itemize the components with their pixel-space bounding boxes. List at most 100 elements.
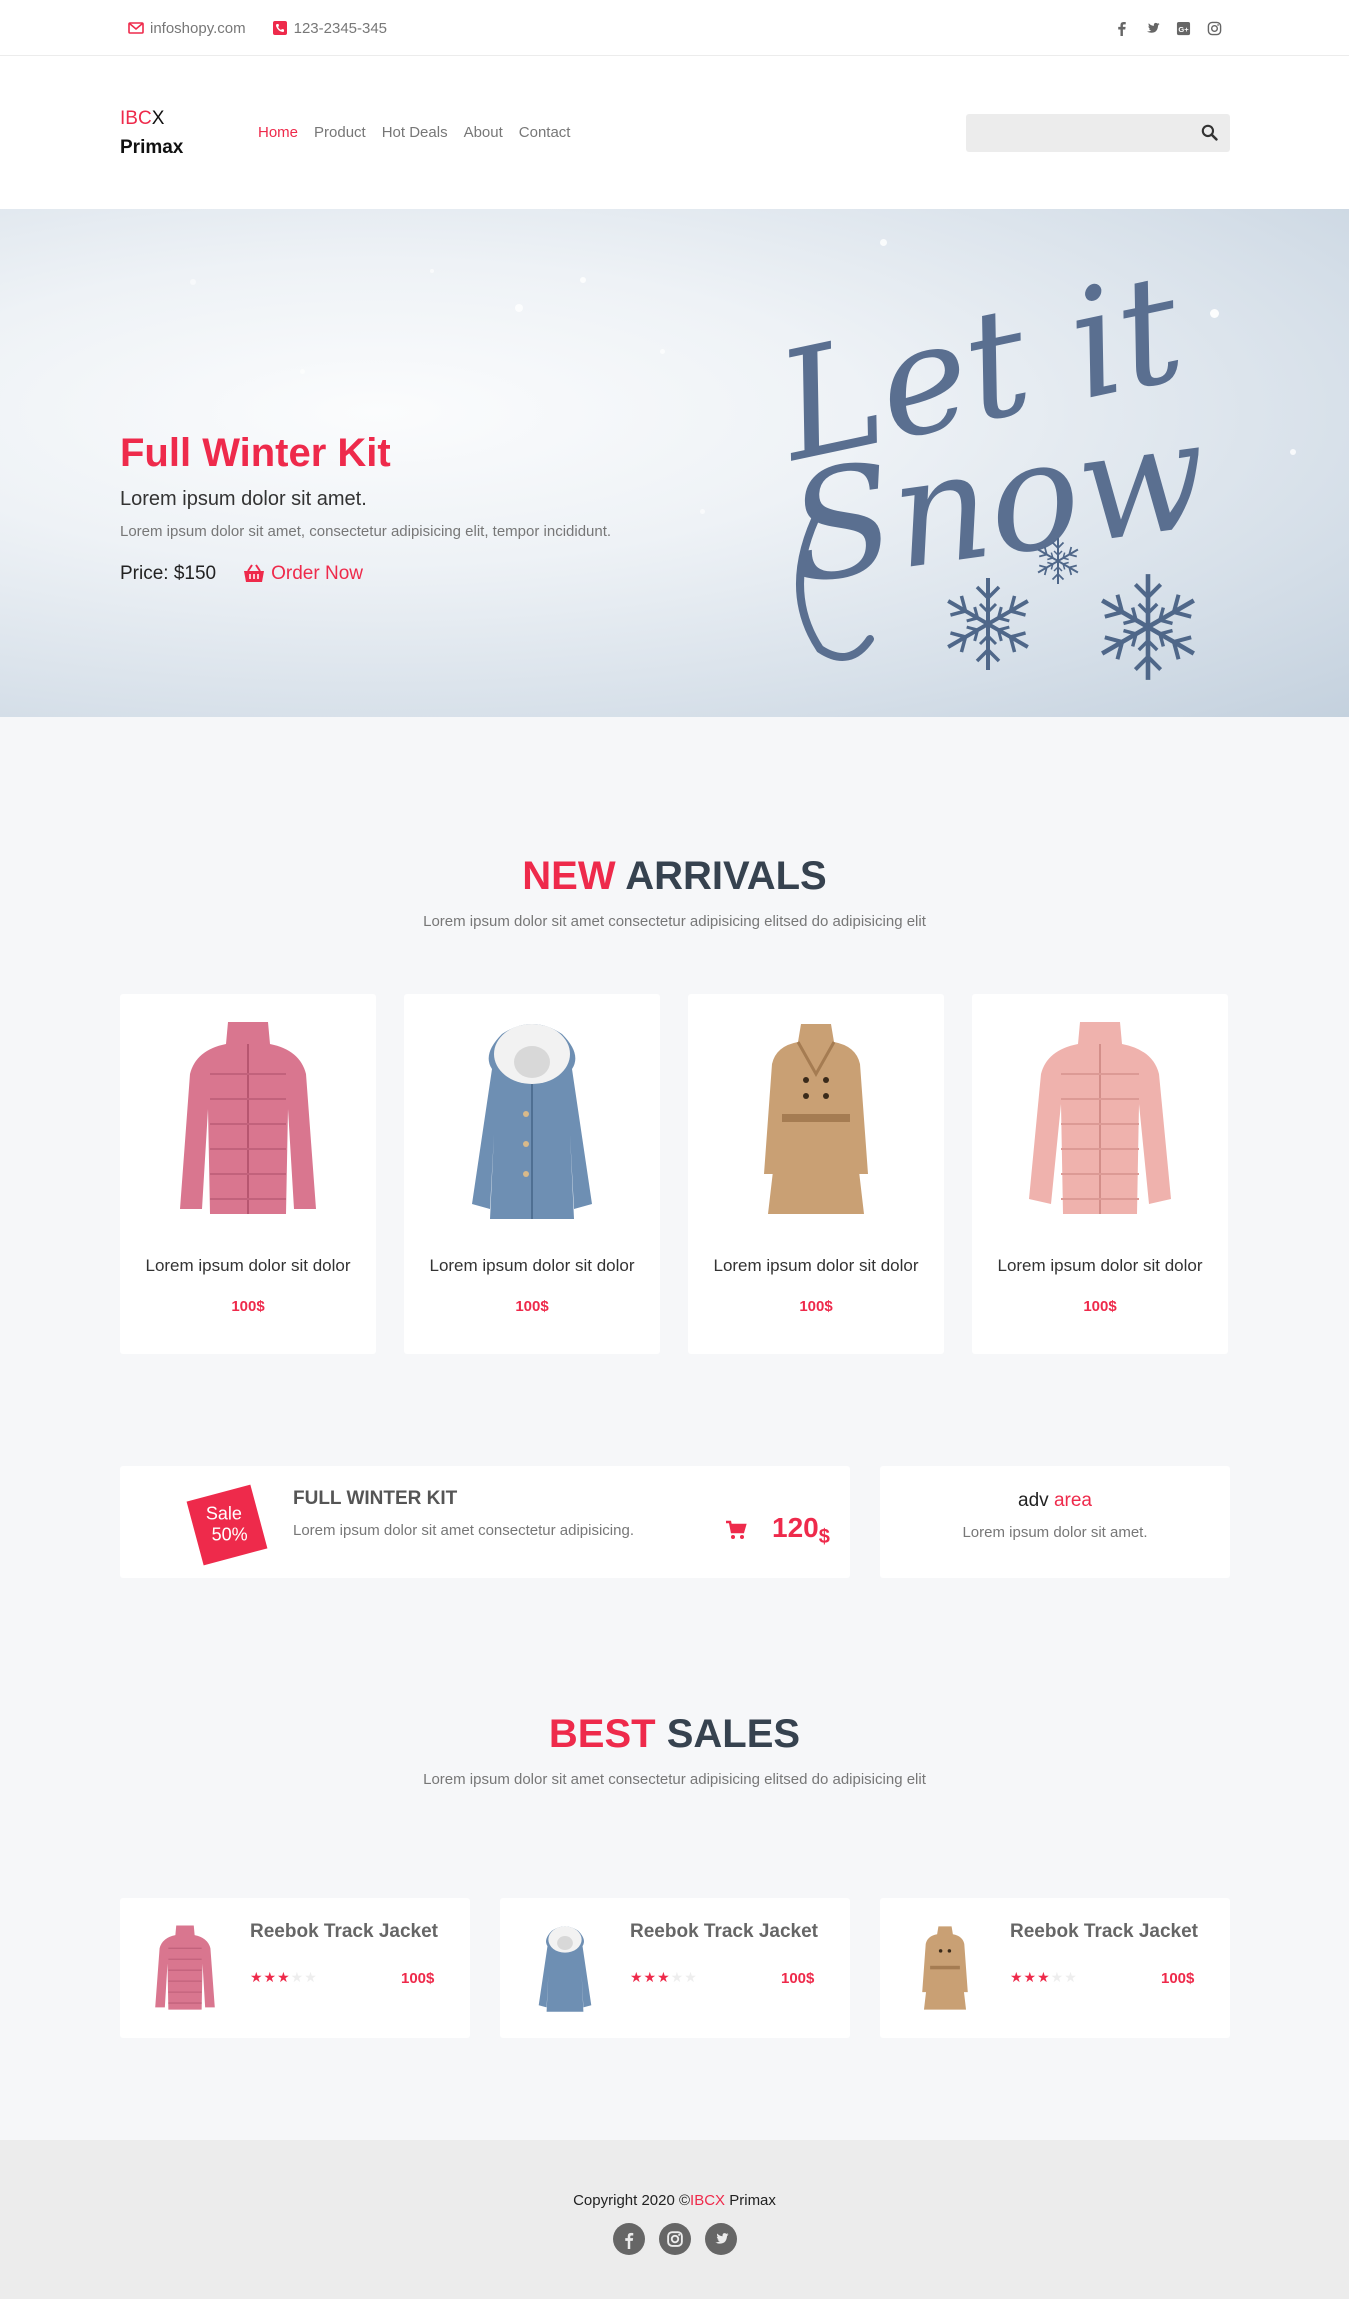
hero-description: Lorem ipsum dolor sit amet, consectetur … bbox=[120, 523, 612, 540]
best-sales-section: BEST SALES Lorem ipsum dolor sit amet co… bbox=[0, 1578, 1349, 2038]
order-now-button[interactable]: Order Now bbox=[243, 563, 363, 585]
top-social-links: G+ bbox=[1114, 21, 1222, 36]
promo-currency: $ bbox=[818, 1526, 830, 1548]
hero-subtitle: Lorem ipsum dolor sit amet. bbox=[120, 488, 367, 510]
snowflake-dot bbox=[700, 509, 705, 514]
product-name[interactable]: Lorem ipsum dolor sit dolor bbox=[688, 1256, 944, 1276]
snowflake-dot bbox=[580, 277, 586, 283]
product-image[interactable] bbox=[972, 994, 1228, 1234]
twitter-icon[interactable] bbox=[704, 2223, 737, 2255]
nav-product[interactable]: Product bbox=[314, 124, 366, 141]
hero-title: Full Winter Kit bbox=[120, 431, 391, 475]
email-text: infoshopy.com bbox=[150, 19, 246, 37]
new-arrivals-title: NEW ARRIVALS bbox=[0, 854, 1349, 899]
product-card[interactable]: Lorem ipsum dolor sit dolor 100$ bbox=[120, 994, 376, 1354]
copyright-brand-red: IBCX bbox=[690, 2192, 726, 2209]
star-icon: ★★★ bbox=[1010, 1969, 1051, 1985]
rating-stars: ★★★★★ bbox=[630, 1969, 698, 1986]
brand-prefix-red: IBC bbox=[120, 107, 152, 129]
adv-title-red: area bbox=[1053, 1490, 1092, 1511]
new-arrivals-section: NEW ARRIVALS Lorem ipsum dolor sit amet … bbox=[0, 717, 1349, 1578]
nav-home[interactable]: Home bbox=[258, 124, 298, 141]
product-image[interactable] bbox=[404, 994, 660, 1234]
product-name[interactable]: Lorem ipsum dolor sit dolor bbox=[120, 1256, 376, 1276]
product-card[interactable]: Lorem ipsum dolor sit dolor 100$ bbox=[404, 994, 660, 1354]
product-grid: Lorem ipsum dolor sit dolor 100$ Lorem i… bbox=[120, 994, 1230, 1354]
site-footer: Copyright 2020 ©IBCX Primax bbox=[0, 2140, 1349, 2299]
blue-fur-hood-coat-image bbox=[472, 1024, 592, 1219]
best-sale-card[interactable]: Reebok Track Jacket ★★★★★ 100$ bbox=[500, 1898, 850, 2038]
snowflake-dot bbox=[1290, 449, 1296, 455]
nav-hot-deals[interactable]: Hot Deals bbox=[382, 124, 448, 141]
title-dark-word: ARRIVALS bbox=[625, 854, 827, 898]
best-sale-price: 100$ bbox=[401, 1970, 435, 1987]
title-red-word: NEW bbox=[522, 854, 616, 898]
best-sale-image[interactable] bbox=[150, 1920, 220, 2016]
nav-contact[interactable]: Contact bbox=[519, 124, 571, 141]
nav-about[interactable]: About bbox=[464, 124, 503, 141]
facebook-icon[interactable] bbox=[612, 2223, 645, 2255]
adv-title: adv area bbox=[880, 1490, 1230, 1512]
hero-price: Price: $150 bbox=[120, 563, 217, 584]
product-name[interactable]: Lorem ipsum dolor sit dolor bbox=[972, 1256, 1228, 1276]
copyright-prefix: Copyright 2020 © bbox=[573, 2192, 691, 2209]
site-header: IBCX Primax Home Product Hot Deals About… bbox=[0, 56, 1349, 209]
camel-trench-coat-image bbox=[764, 1024, 868, 1214]
star-empty-icon: ★★ bbox=[1050, 1969, 1078, 1985]
envelope-icon bbox=[128, 22, 144, 34]
star-empty-icon: ★★ bbox=[670, 1969, 698, 1985]
adv-area[interactable]: adv area Lorem ipsum dolor sit amet. bbox=[880, 1466, 1230, 1578]
best-sale-image[interactable] bbox=[530, 1920, 600, 2016]
pink-puffer-jacket-image bbox=[155, 1925, 215, 2010]
promo-description: Lorem ipsum dolor sit amet consectetur a… bbox=[293, 1522, 634, 1539]
instagram-icon[interactable] bbox=[1207, 21, 1222, 36]
snowflake-icon bbox=[1096, 574, 1200, 680]
product-name[interactable]: Lorem ipsum dolor sit dolor bbox=[404, 1256, 660, 1276]
promo-title: FULL WINTER KIT bbox=[293, 1488, 458, 1509]
search-input[interactable] bbox=[966, 113, 1201, 152]
search-icon[interactable] bbox=[1201, 124, 1218, 141]
best-sale-name[interactable]: Reebok Track Jacket bbox=[1010, 1921, 1198, 1943]
rating-stars: ★★★★★ bbox=[1010, 1969, 1078, 1986]
star-empty-icon: ★★ bbox=[290, 1969, 318, 1985]
best-sale-name[interactable]: Reebok Track Jacket bbox=[250, 1921, 438, 1943]
snowflake-dot bbox=[430, 269, 434, 273]
peach-puffer-jacket-image bbox=[1029, 1022, 1171, 1214]
snowflake-dot bbox=[190, 279, 196, 285]
sale-badge: Sale 50% bbox=[186, 1484, 268, 1566]
product-image[interactable] bbox=[688, 994, 944, 1234]
best-sales-subtitle: Lorem ipsum dolor sit amet consectetur a… bbox=[423, 1771, 926, 1788]
best-sales-title: BEST SALES bbox=[0, 1712, 1349, 1757]
instagram-icon[interactable] bbox=[658, 2223, 691, 2255]
brand-prefix-dark: X bbox=[151, 107, 165, 129]
brand-logo[interactable]: IBCX Primax bbox=[120, 104, 258, 162]
cart-icon[interactable] bbox=[725, 1520, 747, 1540]
promo-banner[interactable]: Sale 50% FULL WINTER KIT Lorem ipsum dol… bbox=[120, 1466, 850, 1578]
product-card[interactable]: Lorem ipsum dolor sit dolor 100$ bbox=[972, 994, 1228, 1354]
best-sale-price: 100$ bbox=[1161, 1970, 1195, 1987]
pink-puffer-jacket-image bbox=[180, 1022, 316, 1214]
email-contact[interactable]: infoshopy.com bbox=[128, 20, 246, 37]
hero-banner: Full Winter Kit Lorem ipsum dolor sit am… bbox=[0, 209, 1349, 717]
twitter-icon[interactable] bbox=[1145, 21, 1160, 36]
product-price: 100$ bbox=[231, 1298, 265, 1315]
sale-badge-line1: Sale bbox=[205, 1503, 242, 1524]
let-it-snow-artwork: Let it Snow bbox=[762, 241, 1218, 699]
search-box bbox=[966, 113, 1230, 152]
product-image[interactable] bbox=[120, 994, 376, 1234]
promo-price: 120$ bbox=[772, 1512, 830, 1549]
best-sale-name[interactable]: Reebok Track Jacket bbox=[630, 1921, 818, 1943]
phone-contact[interactable]: 123-2345-345 bbox=[272, 20, 387, 37]
hero-price-row: Price: $150 Order Now bbox=[120, 563, 611, 585]
footer-social-links bbox=[0, 2223, 1349, 2255]
best-sale-card[interactable]: Reebok Track Jacket ★★★★★ 100$ bbox=[880, 1898, 1230, 2038]
hero-content: Full Winter Kit Lorem ipsum dolor sit am… bbox=[120, 431, 611, 585]
phone-icon bbox=[272, 21, 287, 35]
best-sale-image[interactable] bbox=[910, 1920, 980, 2016]
snowflake-dot bbox=[515, 304, 523, 312]
facebook-icon[interactable] bbox=[1114, 21, 1129, 36]
product-card[interactable]: Lorem ipsum dolor sit dolor 100$ bbox=[688, 994, 944, 1354]
google-plus-icon[interactable]: G+ bbox=[1176, 21, 1191, 36]
promo-price-value: 120 bbox=[772, 1512, 819, 1543]
best-sale-card[interactable]: Reebok Track Jacket ★★★★★ 100$ bbox=[120, 1898, 470, 2038]
